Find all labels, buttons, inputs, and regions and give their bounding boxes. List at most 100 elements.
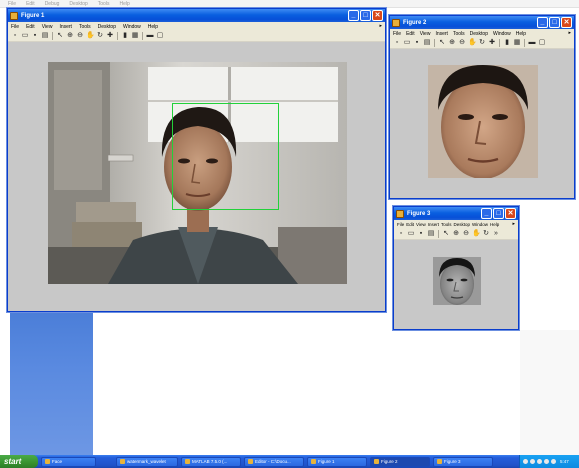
- menu-window[interactable]: Window: [123, 24, 141, 30]
- maximize-button[interactable]: □: [493, 208, 504, 219]
- pointer-icon[interactable]: ↖: [56, 32, 64, 40]
- menu-help[interactable]: Help: [148, 24, 158, 30]
- start-button[interactable]: start: [0, 455, 38, 468]
- taskbar-item[interactable]: Editor - C:\Docu...: [244, 456, 304, 467]
- legend-icon[interactable]: ▦: [131, 32, 139, 40]
- toolbar-overflow-icon[interactable]: »: [492, 230, 500, 238]
- menu-overflow-arrow-icon[interactable]: ▸: [568, 29, 571, 38]
- taskbar-item[interactable]: watermark_wavelet: [116, 456, 178, 467]
- print-icon[interactable]: ▤: [423, 39, 431, 47]
- open-icon[interactable]: ▭: [407, 230, 415, 238]
- save-icon[interactable]: ▪: [417, 230, 425, 238]
- security-icon[interactable]: [544, 459, 549, 464]
- close-button[interactable]: ✕: [561, 17, 572, 28]
- legend-icon[interactable]: ▦: [513, 39, 521, 47]
- title-bar[interactable]: Figure 1 _ □ ✕: [8, 9, 385, 22]
- menu-file[interactable]: File: [393, 31, 401, 37]
- menu-tools[interactable]: Tools: [453, 31, 465, 37]
- menu-edit[interactable]: Edit: [406, 31, 415, 37]
- menu-view[interactable]: View: [420, 31, 431, 37]
- pointer-icon[interactable]: ↖: [442, 230, 450, 238]
- colorbar-icon[interactable]: ▮: [503, 39, 511, 47]
- figure-3-window[interactable]: Figure 3 _ □ ✕ File Edit View Insert Too…: [393, 206, 519, 330]
- minimize-button[interactable]: _: [481, 208, 492, 219]
- open-icon[interactable]: ▭: [403, 39, 411, 47]
- zoom-out-icon[interactable]: ⊖: [458, 39, 466, 47]
- menu-window[interactable]: Window: [472, 222, 488, 227]
- maximize-button[interactable]: □: [549, 17, 560, 28]
- menu-desktop[interactable]: Desktop: [98, 24, 116, 30]
- menu-edit[interactable]: Edit: [26, 24, 35, 30]
- minimize-button[interactable]: _: [537, 17, 548, 28]
- colorbar-icon[interactable]: ▮: [121, 32, 129, 40]
- menu-desktop[interactable]: Desktop: [470, 31, 488, 37]
- desktop-menu-item[interactable]: Edit: [26, 1, 35, 7]
- save-icon[interactable]: ▪: [31, 32, 39, 40]
- clock[interactable]: 5:47: [560, 459, 569, 464]
- zoom-in-icon[interactable]: ⊕: [66, 32, 74, 40]
- plot-tools-hide-icon[interactable]: ▬: [146, 32, 154, 40]
- menu-insert[interactable]: Insert: [428, 222, 439, 227]
- taskbar-item[interactable]: MATLAB 7.5.0 (...: [181, 456, 241, 467]
- new-file-icon[interactable]: ▫: [397, 230, 405, 238]
- network-icon[interactable]: [523, 459, 528, 464]
- save-icon[interactable]: ▪: [413, 39, 421, 47]
- figure-1-window[interactable]: Figure 1 _ □ ✕ File Edit View Insert Too…: [7, 8, 386, 312]
- desktop-menu-item[interactable]: Help: [119, 1, 129, 7]
- print-icon[interactable]: ▤: [427, 230, 435, 238]
- pan-icon[interactable]: ✋: [468, 39, 477, 47]
- new-file-icon[interactable]: ▫: [11, 32, 19, 40]
- title-bar[interactable]: Figure 2 _ □ ✕: [390, 16, 574, 29]
- figure-2-window[interactable]: Figure 2 _ □ ✕ File Edit View Insert Too…: [389, 15, 575, 199]
- volume-icon[interactable]: [530, 459, 535, 464]
- menu-view[interactable]: View: [416, 222, 426, 227]
- zoom-in-icon[interactable]: ⊕: [452, 230, 460, 238]
- menu-tools[interactable]: Tools: [441, 222, 452, 227]
- menu-insert[interactable]: Insert: [435, 31, 448, 37]
- print-icon[interactable]: ▤: [41, 32, 49, 40]
- plot-tools-hide-icon[interactable]: ▬: [528, 39, 536, 47]
- menu-window[interactable]: Window: [493, 31, 511, 37]
- plot-tools-icon[interactable]: ▢: [538, 39, 546, 47]
- pan-icon[interactable]: ✋: [472, 230, 481, 238]
- antivirus-icon[interactable]: [537, 459, 542, 464]
- rotate-icon[interactable]: ↻: [478, 39, 486, 47]
- menu-view[interactable]: View: [42, 24, 53, 30]
- update-icon[interactable]: [551, 459, 556, 464]
- menu-help[interactable]: Help: [490, 222, 499, 227]
- desktop-menu-item[interactable]: Debug: [45, 1, 60, 7]
- pan-icon[interactable]: ✋: [86, 32, 95, 40]
- taskbar-item[interactable]: Figure 2: [370, 456, 430, 467]
- minimize-button[interactable]: _: [348, 10, 359, 21]
- menu-overflow-arrow-icon[interactable]: ▸: [512, 220, 515, 229]
- data-cursor-icon[interactable]: ✚: [488, 39, 496, 47]
- close-button[interactable]: ✕: [505, 208, 516, 219]
- menu-tools[interactable]: Tools: [79, 24, 91, 30]
- rotate-icon[interactable]: ↻: [96, 32, 104, 40]
- open-icon[interactable]: ▭: [21, 32, 29, 40]
- title-bar[interactable]: Figure 3 _ □ ✕: [394, 207, 518, 220]
- zoom-out-icon[interactable]: ⊖: [76, 32, 84, 40]
- desktop-menu-item[interactable]: File: [8, 1, 16, 7]
- menu-file[interactable]: File: [397, 222, 404, 227]
- menu-insert[interactable]: Insert: [59, 24, 72, 30]
- plot-tools-icon[interactable]: ▢: [156, 32, 164, 40]
- menu-help[interactable]: Help: [516, 31, 526, 37]
- desktop-menu-item[interactable]: Desktop: [69, 1, 87, 7]
- zoom-in-icon[interactable]: ⊕: [448, 39, 456, 47]
- taskbar-item[interactable]: Face: [41, 456, 96, 467]
- taskbar-item[interactable]: Figure 1: [307, 456, 367, 467]
- maximize-button[interactable]: □: [360, 10, 371, 21]
- pointer-icon[interactable]: ↖: [438, 39, 446, 47]
- data-cursor-icon[interactable]: ✚: [106, 32, 114, 40]
- new-file-icon[interactable]: ▫: [393, 39, 401, 47]
- close-button[interactable]: ✕: [372, 10, 383, 21]
- menu-edit[interactable]: Edit: [406, 222, 414, 227]
- zoom-out-icon[interactable]: ⊖: [462, 230, 470, 238]
- rotate-icon[interactable]: ↻: [482, 230, 490, 238]
- desktop-menu-item[interactable]: Tools: [98, 1, 110, 7]
- taskbar-item[interactable]: Figure 3: [433, 456, 493, 467]
- menu-file[interactable]: File: [11, 24, 19, 30]
- menu-desktop[interactable]: Desktop: [454, 222, 471, 227]
- menu-overflow-arrow-icon[interactable]: ▸: [379, 22, 382, 31]
